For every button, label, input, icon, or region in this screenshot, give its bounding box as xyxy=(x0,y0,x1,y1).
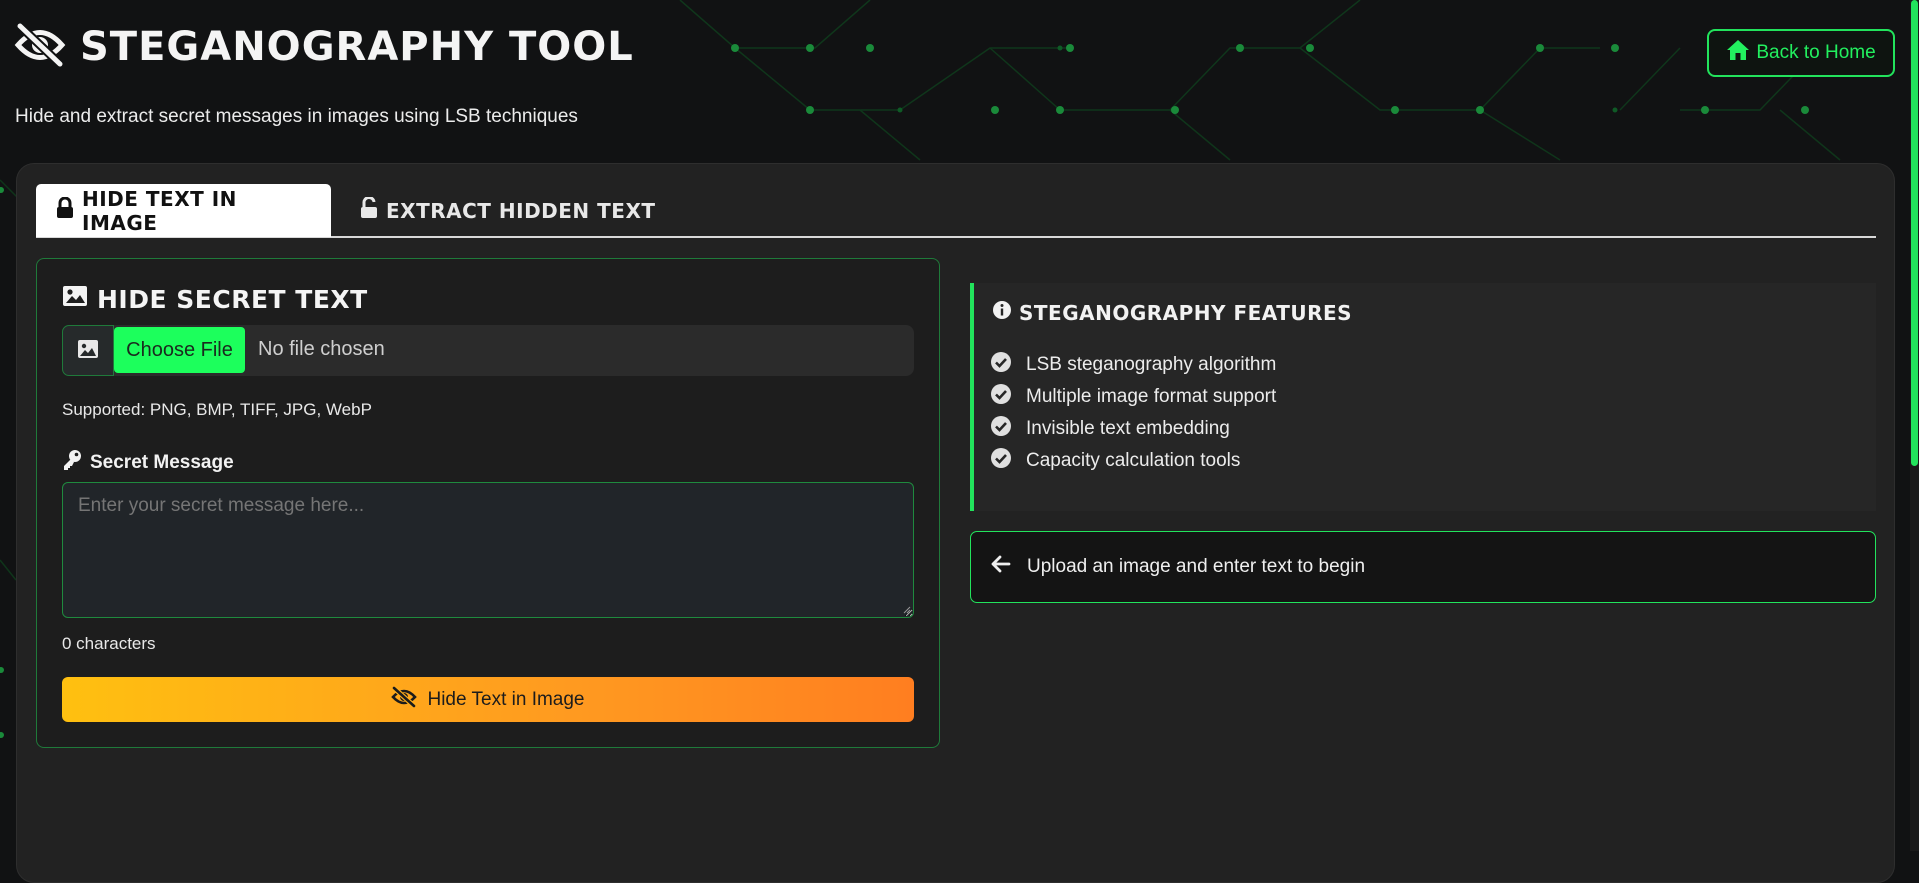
feature-label: Multiple image format support xyxy=(1026,386,1277,407)
choose-file-button[interactable]: Choose File xyxy=(114,327,245,373)
feature-label: LSB steganography algorithm xyxy=(1026,354,1277,375)
unlock-icon xyxy=(360,195,378,224)
feature-item: LSB steganography algorithm xyxy=(990,351,1276,379)
secret-message-label-text: Secret Message xyxy=(90,452,234,473)
tab-extract-text[interactable]: EXTRACT HIDDEN TEXT xyxy=(340,184,676,237)
info-icon xyxy=(992,300,1012,325)
check-circle-icon xyxy=(990,351,1012,379)
eye-slash-icon xyxy=(14,22,66,72)
secret-message-label: Secret Message xyxy=(62,449,234,477)
feature-label: Capacity calculation tools xyxy=(1026,450,1241,471)
supported-formats: Supported: PNG, BMP, TIFF, JPG, WebP xyxy=(62,400,372,419)
feature-label: Invisible text embedding xyxy=(1026,418,1230,439)
secret-message-input[interactable] xyxy=(62,482,914,618)
feature-item: Multiple image format support xyxy=(990,383,1276,411)
features-title: STEGANOGRAPHY FEATURES xyxy=(992,300,1352,325)
page-subtitle: Hide and extract secret messages in imag… xyxy=(15,106,578,127)
check-circle-icon xyxy=(990,383,1012,411)
back-to-home-button[interactable]: Back to Home xyxy=(1707,29,1895,77)
scrollbar-thumb[interactable] xyxy=(1911,0,1918,466)
tab-hide-text[interactable]: HIDE TEXT IN IMAGE xyxy=(36,184,331,237)
check-circle-icon xyxy=(990,415,1012,443)
file-status: No file chosen xyxy=(258,338,385,360)
image-icon xyxy=(77,339,99,363)
arrow-left-icon xyxy=(991,555,1011,579)
hide-text-button[interactable]: Hide Text in Image xyxy=(62,677,914,722)
back-to-home-label: Back to Home xyxy=(1756,42,1876,63)
feature-item: Capacity calculation tools xyxy=(990,447,1240,475)
home-icon xyxy=(1726,39,1750,67)
tab-extract-text-label: EXTRACT HIDDEN TEXT xyxy=(386,198,656,223)
features-title-label: STEGANOGRAPHY FEATURES xyxy=(1019,300,1353,325)
page-header: STEGANOGRAPHY TOOL xyxy=(14,22,634,72)
hide-form-title-label: HIDE SECRET TEXT xyxy=(97,284,368,314)
page-title: STEGANOGRAPHY TOOL xyxy=(80,24,634,70)
tab-hide-text-label: HIDE TEXT IN IMAGE xyxy=(82,186,237,235)
tab-bar: HIDE TEXT IN IMAGE EXTRACT HIDDEN TEXT xyxy=(36,184,1876,238)
hide-form-title: HIDE SECRET TEXT xyxy=(62,284,368,314)
eye-slash-icon xyxy=(391,685,418,714)
check-circle-icon xyxy=(990,447,1012,475)
hide-text-button-label: Hide Text in Image xyxy=(427,688,585,710)
resize-handle-icon[interactable] xyxy=(903,606,911,614)
status-message: Upload an image and enter text to begin xyxy=(1027,556,1366,577)
lock-icon xyxy=(56,196,74,224)
status-message-box: Upload an image and enter text to begin xyxy=(970,531,1876,603)
character-count: 0 characters xyxy=(62,634,156,653)
image-icon xyxy=(62,284,88,314)
file-input-prefix xyxy=(62,325,114,376)
feature-item: Invisible text embedding xyxy=(990,415,1230,443)
key-icon xyxy=(62,449,82,477)
